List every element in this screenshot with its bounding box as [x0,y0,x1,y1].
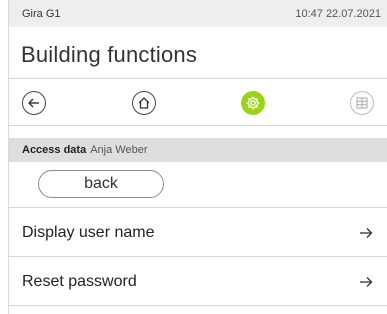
info-bar: Access data Anja Weber [9,138,387,162]
menu-item-reset-password[interactable]: Reset password [9,258,387,306]
menu-item-display-user-name[interactable]: Display user name [9,209,387,257]
arrow-right-icon [359,227,373,239]
grid-icon[interactable] [350,91,374,115]
device-name: Gira G1 [22,7,61,20]
app-frame: Gira G1 10:47 22.07.2021 Building functi… [0,0,387,314]
arrow-right-icon [359,276,373,288]
status-bar: Gira G1 10:47 22.07.2021 [9,0,387,27]
datetime: 10:47 22.07.2021 [295,7,381,20]
back-row: back [9,162,387,208]
back-arrow-icon[interactable] [22,91,46,115]
info-value: Anja Weber [90,144,148,156]
info-label: Access data [22,144,87,156]
settings-gear-icon[interactable] [241,91,265,115]
back-button[interactable]: back [38,170,164,198]
nav-bar [9,78,387,126]
menu-item-label: Display user name [22,223,155,241]
menu-item-label: Reset password [22,272,137,290]
page-title: Building functions [21,42,198,67]
home-icon[interactable] [132,91,156,115]
